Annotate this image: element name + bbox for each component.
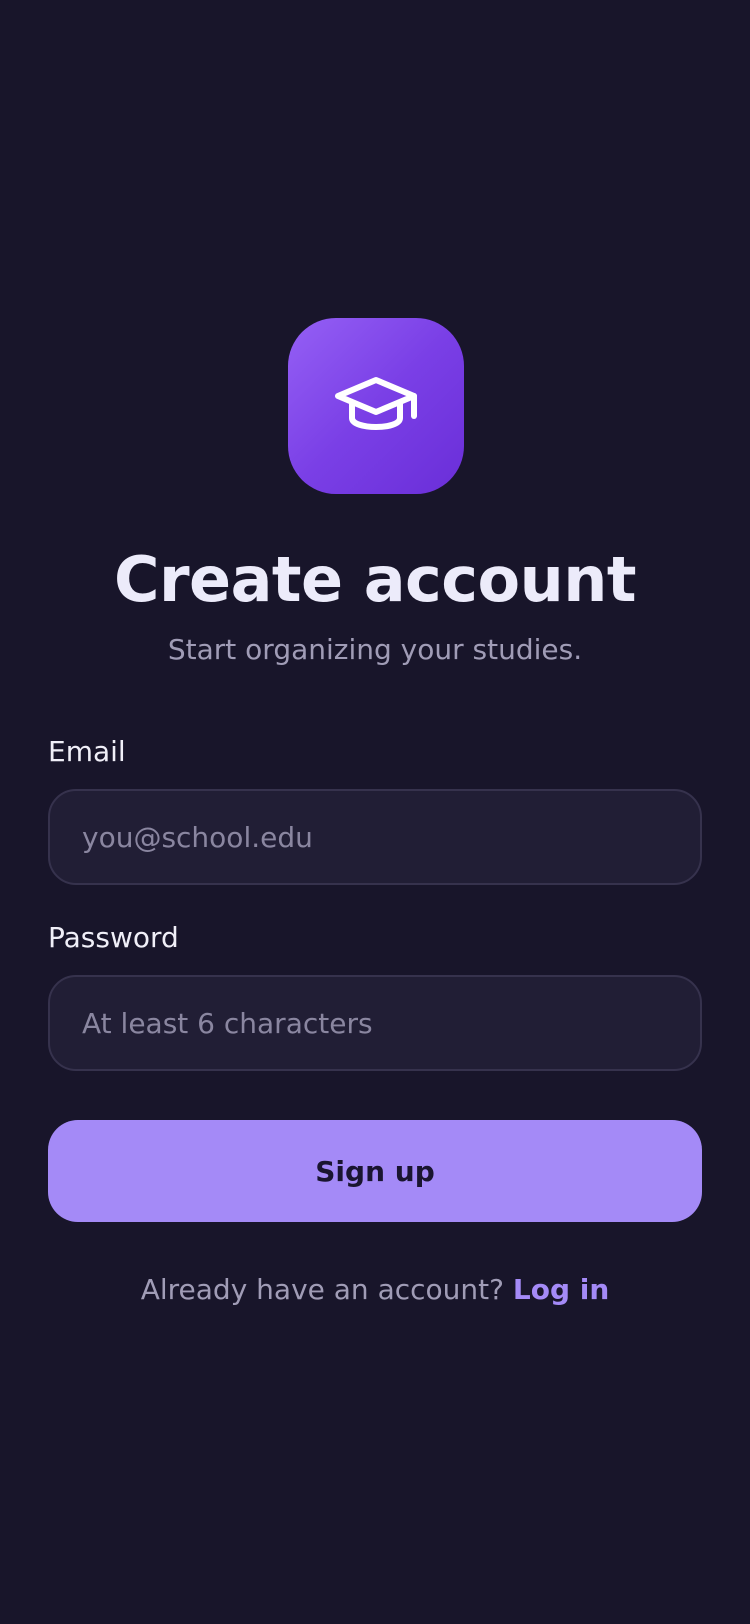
- log-in-link[interactable]: Log in: [513, 1273, 609, 1306]
- app-logo: [288, 318, 464, 494]
- login-prompt-text: Already have an account?: [140, 1273, 504, 1306]
- sign-up-button[interactable]: Sign up: [48, 1120, 702, 1222]
- page-title: Create account: [113, 543, 637, 616]
- email-field[interactable]: [48, 789, 702, 885]
- signup-screen: Create account Start organizing your stu…: [0, 0, 750, 1624]
- page-subtitle: Start organizing your studies.: [167, 633, 583, 666]
- login-prompt: Already have an account? Log in: [0, 1270, 750, 1310]
- email-label: Email: [48, 735, 126, 768]
- password-label: Password: [48, 921, 179, 954]
- password-field[interactable]: [48, 975, 702, 1071]
- graduation-cap-icon: [334, 374, 418, 438]
